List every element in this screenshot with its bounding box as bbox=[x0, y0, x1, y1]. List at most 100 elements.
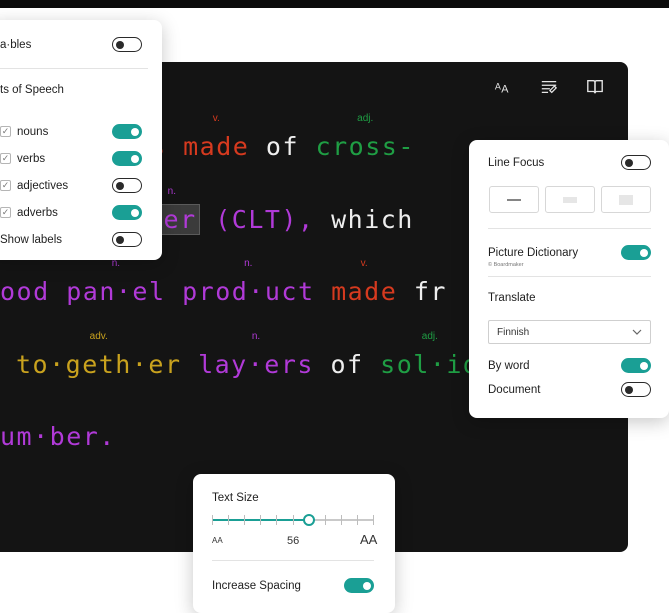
text-size-slider[interactable] bbox=[212, 513, 374, 527]
reader-word[interactable]: of bbox=[331, 350, 364, 379]
reader-word[interactable]: prod·uct n. bbox=[182, 258, 315, 306]
check-icon: ✓ bbox=[0, 180, 11, 191]
reader-word[interactable]: to·geth·er adv. bbox=[16, 331, 182, 379]
increase-spacing-toggle[interactable] bbox=[344, 578, 374, 593]
grammar-options-panel: a·bles ts of Speech ✓ nouns ✓ verbs ✓ adjecti… bbox=[0, 20, 162, 260]
word-text: which bbox=[331, 205, 414, 234]
item-label-group: ✓ verbs bbox=[0, 153, 45, 165]
increase-spacing-row: Increase Spacing bbox=[212, 578, 374, 593]
grammar-icon[interactable] bbox=[538, 76, 560, 98]
by-word-toggle[interactable] bbox=[621, 358, 651, 373]
word-text: to·geth·er bbox=[16, 350, 182, 379]
svg-text:A: A bbox=[501, 83, 509, 95]
divider bbox=[0, 68, 148, 69]
slider-tick bbox=[212, 515, 213, 525]
word-text: made bbox=[331, 277, 398, 306]
line-focus-toggle[interactable] bbox=[621, 155, 651, 170]
divider bbox=[212, 560, 374, 561]
part-of-speech-label: adv. bbox=[89, 331, 108, 342]
reader-word[interactable]: fr bbox=[414, 277, 447, 306]
book-icon[interactable] bbox=[584, 76, 606, 98]
chevron-down-icon bbox=[632, 329, 642, 335]
parts-of-speech-toggle[interactable] bbox=[112, 232, 142, 247]
reader-word[interactable]: which bbox=[331, 205, 414, 234]
parts-of-speech-toggle[interactable] bbox=[112, 151, 142, 166]
part-of-speech-label: adj. bbox=[357, 113, 374, 124]
parts-of-speech-label: verbs bbox=[17, 152, 46, 165]
line-focus-one-line-button[interactable] bbox=[489, 186, 539, 213]
check-icon: ✓ bbox=[0, 207, 11, 218]
one-line-icon bbox=[507, 198, 521, 201]
word-text: of bbox=[265, 132, 300, 161]
document-toggle[interactable] bbox=[621, 382, 651, 397]
line-focus-row: Line Focus bbox=[488, 155, 651, 170]
large-text-size-icon: AA bbox=[360, 532, 378, 547]
reader-word[interactable]: made v. bbox=[183, 113, 250, 161]
item-label-group: ✓ adjectives bbox=[0, 180, 68, 192]
slider-tick bbox=[276, 515, 277, 525]
reader-line: ood pan·el n. prod·uct n. made v. fr bbox=[0, 258, 447, 306]
slider-tick bbox=[293, 515, 294, 525]
parts-of-speech-item: ✓ adverbs bbox=[0, 205, 162, 220]
toggle-knob bbox=[116, 235, 124, 244]
language-select[interactable]: Finnish bbox=[488, 320, 651, 344]
toggle-knob bbox=[131, 208, 139, 217]
reader-line: ber n. (CLT), which bbox=[144, 186, 414, 235]
reader-word[interactable]: made v. bbox=[331, 258, 398, 306]
window-top-bar bbox=[0, 0, 669, 8]
item-label-group: ✓ nouns bbox=[0, 126, 48, 138]
reader-word[interactable]: (CLT), bbox=[215, 205, 314, 234]
parts-of-speech-item: ✓ nouns bbox=[0, 124, 162, 139]
reader-word[interactable]: ood bbox=[0, 277, 50, 306]
reader-line: um·ber. bbox=[0, 422, 116, 451]
reader-toolbar: AA bbox=[492, 76, 606, 98]
word-text: ood bbox=[0, 277, 50, 306]
parts-of-speech-label: Show labels bbox=[0, 233, 63, 246]
slider-tick bbox=[260, 515, 261, 525]
reader-word[interactable]: sol·id adj. bbox=[380, 331, 479, 379]
line-focus-three-lines-button[interactable] bbox=[545, 186, 595, 213]
slider-tick bbox=[373, 515, 374, 525]
text-size-icon[interactable]: AA bbox=[492, 76, 514, 98]
line-focus-label: Line Focus bbox=[488, 156, 545, 169]
translate-label: Translate bbox=[488, 292, 536, 304]
line-focus-five-lines-button[interactable] bbox=[601, 186, 651, 213]
parts-of-speech-toggle[interactable] bbox=[112, 124, 142, 139]
part-of-speech-label: n. bbox=[244, 258, 253, 269]
check-icon: ✓ bbox=[0, 153, 11, 164]
picture-dictionary-toggle[interactable] bbox=[621, 245, 651, 260]
slider-thumb[interactable] bbox=[303, 514, 316, 526]
parts-of-speech-label: adverbs bbox=[17, 206, 58, 219]
reader-word[interactable]: cross-adj. bbox=[316, 113, 415, 161]
picture-dictionary-row: Picture Dictionary bbox=[488, 245, 651, 260]
word-text: (CLT), bbox=[215, 205, 315, 234]
parts-of-speech-label: adjectives bbox=[17, 179, 69, 192]
parts-of-speech-toggle[interactable] bbox=[112, 205, 142, 220]
parts-of-speech-heading-row: ts of Speech bbox=[0, 84, 162, 96]
slider-tick bbox=[228, 515, 229, 525]
reader-word[interactable]: pan·el n. bbox=[66, 258, 166, 306]
language-value: Finnish bbox=[497, 326, 530, 338]
word-text: pan·el bbox=[66, 277, 166, 306]
toggle-knob bbox=[640, 248, 648, 257]
part-of-speech-label: n. bbox=[167, 186, 176, 197]
reader-word[interactable]: um·ber. bbox=[0, 422, 116, 451]
toggle-knob bbox=[625, 158, 633, 167]
five-lines-icon bbox=[619, 195, 633, 204]
reader-line: to·geth·er adv. lay·ers n. of sol·id adj. bbox=[16, 331, 479, 379]
parts-of-speech-item: ✓ adjectives bbox=[0, 178, 162, 193]
reader-word[interactable]: lay·ers n. bbox=[198, 331, 314, 379]
picture-dictionary-label: Picture Dictionary bbox=[488, 246, 579, 259]
syllables-toggle[interactable] bbox=[112, 37, 142, 52]
parts-of-speech-toggle[interactable] bbox=[112, 178, 142, 193]
toggle-knob bbox=[131, 127, 139, 136]
word-text: made bbox=[183, 132, 250, 161]
word-text: prod·uct bbox=[182, 277, 315, 306]
reader-word[interactable]: of bbox=[266, 132, 299, 161]
toggle-knob bbox=[116, 181, 124, 190]
parts-of-speech-heading: ts of Speech bbox=[0, 84, 64, 96]
by-word-row: By word bbox=[488, 358, 651, 373]
syllables-label: a·bles bbox=[0, 38, 32, 51]
slider-tick bbox=[341, 515, 342, 525]
toggle-knob bbox=[363, 581, 371, 590]
